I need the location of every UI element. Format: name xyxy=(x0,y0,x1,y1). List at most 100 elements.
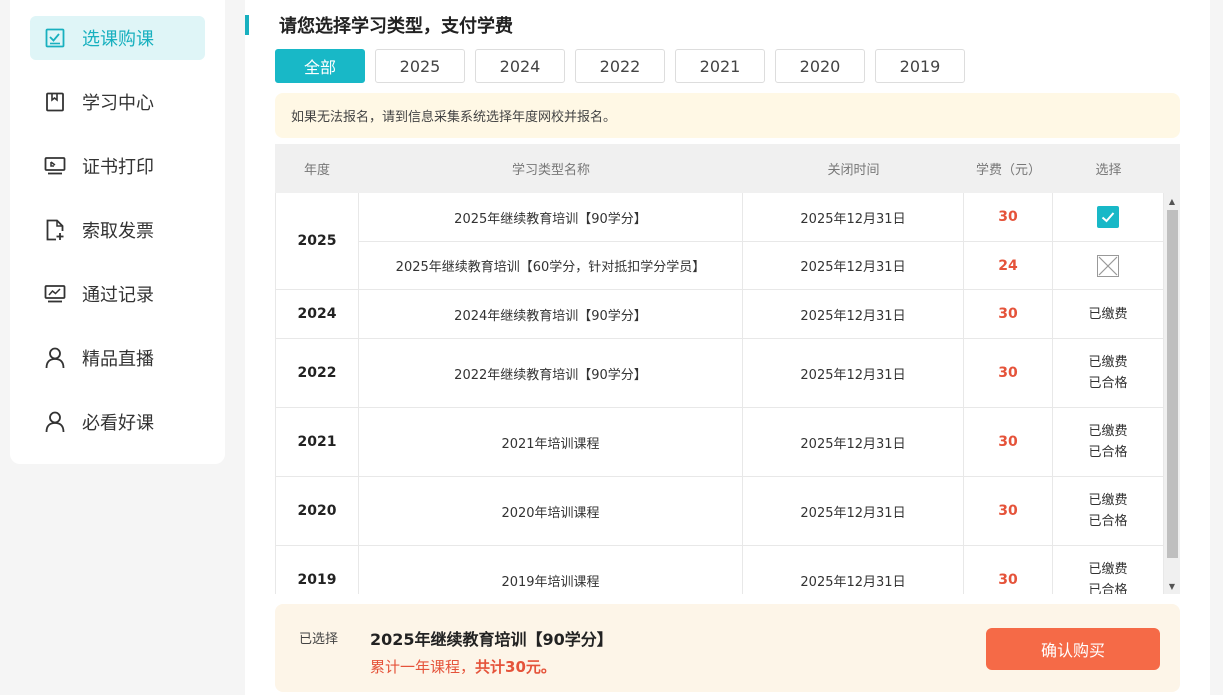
cross-box-icon xyxy=(1098,256,1118,275)
sidebar-item-certificate-print[interactable]: 证书打印 xyxy=(30,144,205,188)
status-paid: 已缴费 xyxy=(1088,562,1128,577)
scroll-up-icon[interactable]: ▲ xyxy=(1164,193,1180,209)
header-year: 年度 xyxy=(303,163,330,178)
course-name: 2019年培训课程 xyxy=(359,546,743,594)
sidebar-item-label: 选课购课 xyxy=(82,29,154,50)
monitor-icon xyxy=(44,155,66,177)
table-row[interactable]: 2021年培训课程 2025年12月31日 30 已缴费 已合格 xyxy=(359,408,1164,476)
tab-2022[interactable]: 2022 xyxy=(575,49,665,83)
sidebar-item-invoice[interactable]: 索取发票 xyxy=(30,208,205,252)
chart-monitor-icon xyxy=(44,283,66,305)
course-name: 2025年继续教育培训【60学分，针对抵扣学分学员】 xyxy=(359,242,743,289)
confirm-purchase-button[interactable]: 确认购买 xyxy=(986,628,1160,670)
header-name: 学习类型名称 xyxy=(511,163,590,178)
table-row[interactable]: 2024年继续教育培训【90学分】 2025年12月31日 30 已缴费 xyxy=(359,290,1164,338)
total-prefix: 累计一年课程， xyxy=(370,658,476,676)
course-fee: 30 xyxy=(964,477,1053,545)
group-year: 2020 xyxy=(275,477,359,545)
total-summary: 累计一年课程，共计30元。 xyxy=(370,656,556,677)
status-passed: 已合格 xyxy=(1088,376,1128,391)
table-group-2021: 2021 2021年培训课程 2025年12月31日 30 已缴费 已合格 xyxy=(275,408,1164,477)
sidebar-item-pass-records[interactable]: 通过记录 xyxy=(30,272,205,316)
course-fee: 30 xyxy=(964,546,1053,594)
course-fee: 24 xyxy=(964,242,1053,289)
sidebar-item-must-watch[interactable]: 必看好课 xyxy=(30,400,205,444)
course-fee: 30 xyxy=(964,193,1053,241)
status-paid: 已缴费 xyxy=(1088,306,1128,322)
selected-course-name: 2025年继续教育培训【90学分】 xyxy=(370,630,613,649)
page-title: 请您选择学习类型，支付学费 xyxy=(279,16,513,37)
table-row[interactable]: 2019年培训课程 2025年12月31日 30 已缴费 已合格 xyxy=(359,546,1164,594)
select-cell: 已缴费 已合格 xyxy=(1053,408,1164,476)
select-cell: 已缴费 已合格 xyxy=(1053,546,1164,594)
tab-2021[interactable]: 2021 xyxy=(675,49,765,83)
sidebar-item-label: 必看好课 xyxy=(82,413,154,434)
tab-all[interactable]: 全部 xyxy=(275,49,365,83)
tab-2024[interactable]: 2024 xyxy=(475,49,565,83)
checkbox-disabled[interactable] xyxy=(1097,254,1119,277)
course-fee: 30 xyxy=(964,339,1053,407)
status-paid: 已缴费 xyxy=(1088,493,1128,508)
tab-2025[interactable]: 2025 xyxy=(375,49,465,83)
close-time: 2025年12月31日 xyxy=(743,193,964,241)
select-cell xyxy=(1053,193,1164,241)
status-paid: 已缴费 xyxy=(1088,424,1128,439)
page-header: 请您选择学习类型，支付学费 xyxy=(245,14,513,37)
user-icon xyxy=(44,347,66,369)
scroll-down-icon[interactable]: ▼ xyxy=(1164,578,1180,594)
year-filter-tabs: 全部 2025 2024 2022 2021 2020 2019 xyxy=(275,49,975,83)
select-cell: 已缴费 已合格 xyxy=(1053,339,1164,407)
checklist-icon xyxy=(44,27,66,49)
table-header: 年度 学习类型名称 关闭时间 学费（元） 选择 xyxy=(275,144,1180,193)
tab-2020[interactable]: 2020 xyxy=(775,49,865,83)
course-name: 2021年培训课程 xyxy=(359,408,743,476)
table-row[interactable]: 2022年继续教育培训【90学分】 2025年12月31日 30 已缴费 已合格 xyxy=(359,339,1164,407)
title-accent-bar xyxy=(245,15,249,35)
table-row[interactable]: 2025年继续教育培训【90学分】 2025年12月31日 30 xyxy=(359,193,1164,241)
select-cell xyxy=(1053,242,1164,289)
close-time: 2025年12月31日 xyxy=(743,546,964,594)
close-time: 2025年12月31日 xyxy=(743,339,964,407)
course-fee: 30 xyxy=(964,290,1053,338)
status-passed: 已合格 xyxy=(1088,514,1128,529)
select-cell: 已缴费 已合格 xyxy=(1053,477,1164,545)
sidebar-item-label: 精品直播 xyxy=(82,349,154,370)
table-row[interactable]: 2020年培训课程 2025年12月31日 30 已缴费 已合格 xyxy=(359,477,1164,545)
scrollbar-thumb[interactable] xyxy=(1167,210,1178,558)
sidebar-item-live[interactable]: 精品直播 xyxy=(30,336,205,380)
close-time: 2025年12月31日 xyxy=(743,242,964,289)
status-paid: 已缴费 xyxy=(1088,355,1128,370)
select-cell: 已缴费 xyxy=(1053,290,1164,338)
header-fee: 学费（元） xyxy=(975,163,1041,178)
group-year: 2019 xyxy=(275,546,359,594)
header-close-time: 关闭时间 xyxy=(827,163,880,178)
status-passed: 已合格 xyxy=(1088,445,1128,460)
table-row[interactable]: 2025年继续教育培训【60学分，针对抵扣学分学员】 2025年12月31日 2… xyxy=(359,241,1164,289)
sidebar-item-label: 学习中心 xyxy=(82,93,154,114)
table-group-2022: 2022 2022年继续教育培训【90学分】 2025年12月31日 30 已缴… xyxy=(275,339,1164,408)
group-year: 2025 xyxy=(275,193,359,289)
checkbox-checked[interactable] xyxy=(1097,206,1119,228)
status-passed: 已合格 xyxy=(1088,583,1128,594)
course-name: 2022年继续教育培训【90学分】 xyxy=(359,339,743,407)
sidebar-item-label: 证书打印 xyxy=(82,157,154,178)
header-select: 选择 xyxy=(1095,163,1122,178)
course-fee: 30 xyxy=(964,408,1053,476)
table-body[interactable]: 2025 2025年继续教育培训【90学分】 2025年12月31日 30 20… xyxy=(275,193,1164,594)
order-summary: 已选择 2025年继续教育培训【90学分】 累计一年课程，共计30元。 确认购买 xyxy=(275,604,1180,692)
course-name: 2020年培训课程 xyxy=(359,477,743,545)
table-group-2020: 2020 2020年培训课程 2025年12月31日 30 已缴费 已合格 xyxy=(275,477,1164,546)
course-table: 年度 学习类型名称 关闭时间 学费（元） 选择 2025 2025年继续教育培训… xyxy=(275,144,1180,594)
table-scrollbar[interactable]: ▲ ▼ xyxy=(1164,193,1180,594)
table-group-2024: 2024 2024年继续教育培训【90学分】 2025年12月31日 30 已缴… xyxy=(275,290,1164,339)
course-name: 2024年继续教育培训【90学分】 xyxy=(359,290,743,338)
main-panel: 请您选择学习类型，支付学费 全部 2025 2024 2022 2021 202… xyxy=(245,0,1210,695)
selected-label: 已选择 xyxy=(299,632,339,647)
group-year: 2022 xyxy=(275,339,359,407)
group-year: 2024 xyxy=(275,290,359,338)
sidebar-item-study-center[interactable]: 学习中心 xyxy=(30,80,205,124)
sidebar-item-label: 通过记录 xyxy=(82,285,154,306)
document-add-icon xyxy=(44,219,66,241)
tab-2019[interactable]: 2019 xyxy=(875,49,965,83)
sidebar-item-course-select[interactable]: 选课购课 xyxy=(30,16,205,60)
